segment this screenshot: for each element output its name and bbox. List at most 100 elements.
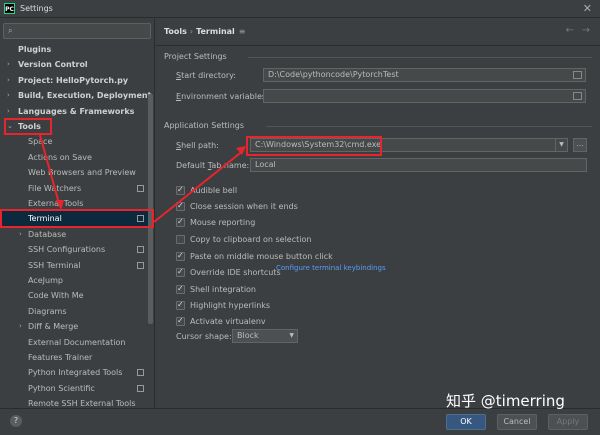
sidebar-item-ssh-terminal[interactable]: SSH Terminal: [0, 258, 148, 273]
highlight-box-terminal: [0, 209, 154, 228]
checkbox-label: Highlight hyperlinks: [190, 301, 270, 310]
sidebar-item-actions-on-save[interactable]: Actions on Save: [0, 150, 148, 165]
sidebar-item-diff-merge[interactable]: › Diff & Merge: [0, 319, 148, 334]
breadcrumb: Tools›Terminal≡: [164, 27, 245, 36]
sidebar-item-label: External Documentation: [28, 335, 125, 350]
sidebar-item-ssh-configurations[interactable]: SSH Configurations: [0, 242, 148, 257]
sidebar-item-plugins[interactable]: Plugins: [0, 42, 148, 57]
sidebar-item-label: Plugins: [18, 42, 51, 57]
cursor-shape-select[interactable]: Block ▼: [232, 329, 298, 343]
checkbox-label: Activate virtualenv: [190, 317, 266, 326]
help-icon[interactable]: ?: [10, 415, 22, 427]
default-tab-name-value: Local: [255, 160, 276, 169]
sidebar-item-label: Python Scientific: [28, 381, 95, 396]
section-divider: [248, 57, 592, 58]
search-icon: ⌕: [8, 26, 12, 36]
chevron-right-icon[interactable]: ›: [7, 104, 10, 119]
default-tab-name-label: Default Tab name:: [176, 161, 249, 170]
edit-variables-icon[interactable]: [573, 92, 582, 100]
checkbox-box[interactable]: [176, 235, 185, 244]
chevron-right-icon[interactable]: ›: [19, 227, 22, 242]
sidebar-item-web-browsers-and-preview[interactable]: Web Browsers and Preview: [0, 165, 148, 180]
cursor-shape-label: Cursor shape:: [176, 332, 232, 341]
sidebar-item-diagrams[interactable]: Diagrams: [0, 304, 148, 319]
breadcrumb-separator: ›: [190, 27, 193, 36]
sidebar-item-label: Version Control: [18, 57, 88, 72]
checkbox-box[interactable]: [176, 252, 185, 261]
section-divider: [266, 126, 592, 127]
application-settings-title: Application Settings: [164, 121, 244, 130]
project-level-icon: [137, 262, 144, 269]
zhihu-watermark: 知乎 @timerring: [446, 390, 565, 411]
sidebar-item-label: Python Integrated Tools: [28, 365, 122, 380]
environment-variables-label: Environment variables:: [176, 92, 269, 101]
sidebar-item-languages-frameworks[interactable]: › Languages & Frameworks: [0, 104, 148, 119]
sidebar-item-build-execution-deployment[interactable]: › Build, Execution, Deployment: [0, 88, 148, 103]
checkbox-label: Copy to clipboard on selection: [190, 235, 311, 244]
start-directory-label: Start directory:: [176, 71, 236, 80]
chevron-right-icon[interactable]: ›: [7, 88, 10, 103]
sidebar-item-file-watchers[interactable]: File Watchers: [0, 181, 148, 196]
sidebar-item-label: Languages & Frameworks: [18, 104, 134, 119]
default-tab-name-field[interactable]: Local: [250, 158, 587, 172]
checkbox-box[interactable]: [176, 218, 185, 227]
sidebar-item-version-control[interactable]: › Version Control: [0, 57, 148, 72]
chevron-right-icon[interactable]: ›: [7, 57, 10, 72]
sidebar-item-space[interactable]: Space: [0, 134, 148, 149]
folder-icon[interactable]: [573, 71, 582, 79]
sidebar-item-label: Build, Execution, Deployment: [18, 88, 151, 103]
sidebar-item-features-trainer[interactable]: Features Trainer: [0, 350, 148, 365]
checkbox-box[interactable]: [176, 285, 185, 294]
sidebar-item-label: Space: [28, 134, 52, 149]
chevron-down-icon: ▼: [289, 330, 294, 342]
project-level-icon: [137, 185, 144, 192]
header-divider: [156, 45, 600, 46]
highlight-box-shell-path: [246, 136, 382, 156]
highlight-box-tools: [4, 118, 52, 135]
cursor-shape-value: Block: [237, 331, 259, 340]
sidebar-item-external-documentation[interactable]: External Documentation: [0, 335, 148, 350]
sidebar-item-python-integrated-tools[interactable]: Python Integrated Tools: [0, 365, 148, 380]
back-arrow-icon[interactable]: ←: [566, 25, 574, 36]
environment-variables-field[interactable]: [263, 89, 586, 103]
checkbox-box[interactable]: [176, 301, 185, 310]
start-directory-value: D:\Code\pythoncode\PytorchTest: [268, 70, 399, 79]
cancel-button[interactable]: Cancel: [497, 414, 537, 430]
project-level-icon: [137, 369, 144, 376]
start-directory-field[interactable]: D:\Code\pythoncode\PytorchTest: [263, 68, 586, 82]
checkbox-label: Close session when it ends: [190, 202, 298, 211]
pycharm-logo-icon: PC: [4, 3, 15, 14]
sidebar-item-label: Actions on Save: [28, 150, 92, 165]
chevron-right-icon[interactable]: ›: [7, 73, 10, 88]
breadcrumb-tools[interactable]: Tools: [164, 27, 187, 36]
forward-arrow-icon[interactable]: →: [582, 25, 590, 36]
sidebar-item-acejump[interactable]: AceJump: [0, 273, 148, 288]
project-level-icon: [137, 385, 144, 392]
checkbox-box[interactable]: [176, 202, 185, 211]
sidebar-item-python-scientific[interactable]: Python Scientific: [0, 381, 148, 396]
chevron-right-icon[interactable]: ›: [19, 319, 22, 334]
sidebar-item-label: Diagrams: [28, 304, 67, 319]
close-icon[interactable]: ✕: [583, 2, 592, 15]
sidebar-item-code-with-me[interactable]: Code With Me: [0, 288, 148, 303]
chevron-down-icon[interactable]: ▼: [555, 139, 567, 151]
sidebar-item-database[interactable]: ›Database: [0, 227, 148, 242]
dialog-footer: ? OK Cancel Apply: [0, 408, 600, 435]
checkbox-label: Mouse reporting: [190, 218, 255, 227]
apply-button[interactable]: Apply: [548, 414, 588, 430]
sidebar-item-label: SSH Terminal: [28, 258, 81, 273]
configure-keybindings-link[interactable]: Configure terminal keybindings: [276, 264, 386, 272]
settings-main-panel: Tools›Terminal≡ ← → Project Settings Sta…: [156, 19, 600, 408]
shell-path-label: Shell path:: [176, 141, 219, 150]
checkbox-box[interactable]: [176, 317, 185, 326]
checkbox-box[interactable]: [176, 268, 185, 277]
sidebar-item-remote-ssh-external-tools[interactable]: Remote SSH External Tools: [0, 396, 148, 408]
project-level-icon: ≡: [239, 27, 246, 36]
browse-shell-button[interactable]: ...: [573, 138, 587, 152]
settings-search-input[interactable]: ⌕: [3, 23, 151, 39]
checkbox-label: Audible bell: [190, 186, 237, 195]
sidebar-item-label: Diff & Merge: [28, 319, 78, 334]
ok-button[interactable]: OK: [446, 414, 486, 430]
checkbox-box[interactable]: [176, 186, 185, 195]
sidebar-item-project-hellopytorch-py[interactable]: ›Project: HelloPytorch.py: [0, 73, 148, 88]
